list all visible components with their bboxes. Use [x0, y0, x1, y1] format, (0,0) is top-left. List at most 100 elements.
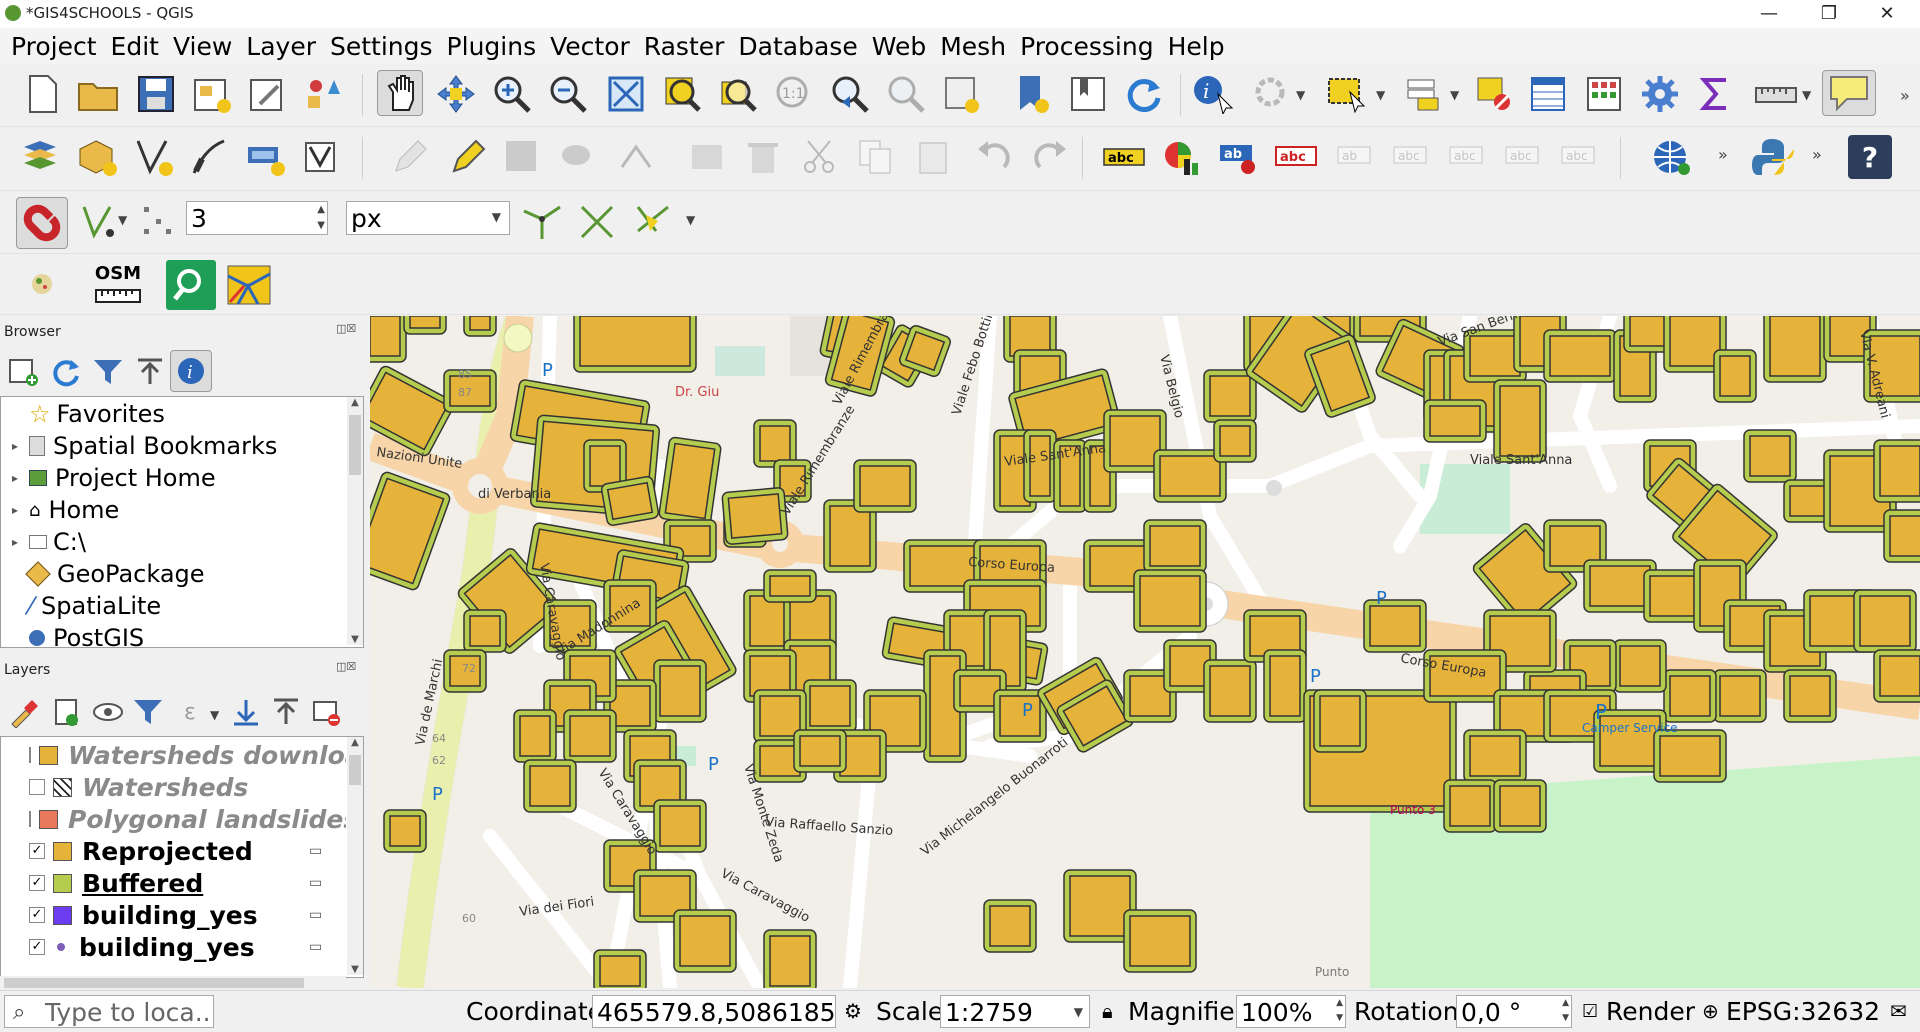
browser-item-spatialite[interactable]: ⁄ SpatiaLite: [1, 591, 161, 621]
browser-item-project-home[interactable]: ▸ Project Home: [1, 463, 216, 493]
layer-symbol-icon[interactable]: [39, 809, 58, 829]
zoom-in-icon[interactable]: [490, 72, 534, 116]
filter-browser-icon[interactable]: [88, 352, 128, 392]
snap-type-icon[interactable]: [136, 199, 180, 243]
earth-plugin-icon[interactable]: [20, 262, 64, 306]
browser-item-spatial-bookmarks[interactable]: ▸ Spatial Bookmarks: [1, 431, 277, 461]
map-svg[interactable]: Nazioni Unite Corso Europa Corso Europa …: [370, 316, 1920, 988]
quickmapservices-icon[interactable]: [1650, 135, 1694, 179]
new-project-icon[interactable]: [20, 72, 64, 116]
new-bookmark-icon[interactable]: [1010, 72, 1054, 116]
new-geopackage-layer-icon[interactable]: [76, 135, 120, 179]
menu-processing[interactable]: Processing: [1013, 32, 1161, 61]
layer-indicator-icon[interactable]: ▭: [309, 907, 322, 923]
refresh-browser-icon[interactable]: [46, 352, 86, 392]
browser-item-postgis[interactable]: PostGIS: [1, 623, 144, 647]
statistical-summary-icon[interactable]: [1694, 72, 1738, 116]
spin-arrows-icon[interactable]: ▲ ▼: [317, 202, 325, 234]
rotation-input[interactable]: 0,0 ° ▲ ▼: [1456, 995, 1572, 1028]
render-checkbox[interactable]: ☑: [1582, 995, 1598, 1028]
toolbar-overflow-icon[interactable]: »: [1900, 86, 1910, 105]
layers-scrollbar[interactable]: ▲ ▼: [347, 737, 363, 975]
browser-item-home[interactable]: ▸ ⌂ Home: [1, 495, 119, 525]
layer-visibility-checkbox[interactable]: [29, 747, 31, 763]
select-by-value-icon[interactable]: [1402, 72, 1446, 116]
filter-legend-icon[interactable]: [128, 692, 168, 732]
scale-select[interactable]: 1:2759 ▼: [940, 995, 1090, 1028]
browser-item-geopackage[interactable]: GeoPackage: [1, 559, 205, 589]
data-source-manager-icon[interactable]: [20, 135, 64, 179]
help-contents-icon[interactable]: ?: [1848, 135, 1892, 179]
expand-arrow-icon[interactable]: ▸: [1, 471, 29, 485]
dock-float-close-icon[interactable]: ◫☒: [336, 660, 356, 673]
zoom-to-layer-icon[interactable]: [716, 72, 760, 116]
close-button[interactable]: ✕: [1864, 0, 1910, 28]
osm-download-button[interactable]: OSM: [94, 264, 142, 304]
map-colors-plugin-icon[interactable]: [224, 260, 274, 310]
menu-view[interactable]: View: [166, 32, 239, 61]
deselect-all-icon[interactable]: [1472, 72, 1516, 116]
crs-globe-icon[interactable]: ⊕: [1702, 995, 1719, 1028]
pan-to-selection-icon[interactable]: [434, 72, 478, 116]
menu-database[interactable]: Database: [731, 32, 864, 61]
toggle-extents-icon[interactable]: ⚙: [844, 995, 862, 1028]
plugins-overflow-icon[interactable]: »: [1812, 145, 1822, 164]
coordinate-input[interactable]: 465579.8,5086185.1: [592, 995, 836, 1028]
browser-item-c-drive[interactable]: ▸ C:\: [1, 527, 86, 557]
create-layer-icon[interactable]: [188, 135, 232, 179]
layer-symbol-icon[interactable]: [53, 777, 72, 797]
identify-features-icon[interactable]: i: [1192, 72, 1236, 116]
filter-expression-dropdown-icon[interactable]: ▼: [210, 708, 219, 722]
new-virtual-layer-icon[interactable]: [244, 135, 288, 179]
pan-map-icon[interactable]: [377, 70, 423, 116]
save-project-icon[interactable]: [134, 72, 178, 116]
zoom-out-icon[interactable]: [546, 72, 590, 116]
manage-map-themes-icon[interactable]: [88, 692, 128, 732]
properties-toggle-icon[interactable]: i: [170, 350, 212, 392]
layer-visibility-checkbox[interactable]: [29, 779, 45, 795]
layer-visibility-checkbox[interactable]: ✓: [29, 939, 45, 955]
snap-mode-dropdown-icon[interactable]: ▼: [118, 213, 127, 227]
menu-vector[interactable]: Vector: [543, 32, 637, 61]
layer-item[interactable]: Watersheds: [1, 771, 346, 803]
menu-web[interactable]: Web: [865, 32, 934, 61]
open-attribute-table-icon[interactable]: [1526, 72, 1570, 116]
digitize-icon[interactable]: [132, 135, 176, 179]
maximize-button[interactable]: ❐: [1806, 0, 1852, 28]
spin-arrows-icon[interactable]: ▲ ▼: [1562, 996, 1569, 1026]
show-bookmarks-icon[interactable]: [1066, 72, 1110, 116]
measure-dropdown-icon[interactable]: ▼: [1802, 88, 1811, 102]
lock-scale-icon[interactable]: 🔒︎: [1102, 995, 1113, 1028]
layer-item[interactable]: ✓ Buffered ▭: [1, 867, 346, 899]
collapse-all-icon[interactable]: [130, 352, 170, 392]
python-console-icon[interactable]: [1752, 135, 1796, 179]
run-action-dropdown-icon[interactable]: ▼: [1296, 88, 1305, 102]
menu-layer[interactable]: Layer: [239, 32, 323, 61]
menu-mesh[interactable]: Mesh: [933, 32, 1013, 61]
label-toolbar-icon[interactable]: abc: [1102, 135, 1146, 179]
expand-arrow-icon[interactable]: ▸: [1, 439, 29, 453]
new-temporary-layer-icon[interactable]: [300, 135, 344, 179]
menu-edit[interactable]: Edit: [104, 32, 166, 61]
layer-visibility-checkbox[interactable]: ✓: [29, 907, 45, 923]
collapse-all-layers-icon[interactable]: [266, 692, 306, 732]
layer-symbol-icon[interactable]: [39, 745, 58, 765]
web-toolbar-overflow-icon[interactable]: »: [1718, 145, 1728, 164]
browser-item-favorites[interactable]: ☆ Favorites: [1, 399, 165, 429]
layout-manager-icon[interactable]: [246, 72, 290, 116]
remove-layer-icon[interactable]: [306, 692, 346, 732]
menu-raster[interactable]: Raster: [637, 32, 732, 61]
select-dropdown-icon[interactable]: ▼: [1376, 88, 1385, 102]
layer-item[interactable]: ✓ Reprojected ▭: [1, 835, 346, 867]
dock-float-close-icon[interactable]: ◫☒: [336, 322, 356, 335]
zoom-full-icon[interactable]: [604, 72, 648, 116]
layer-visibility-checkbox[interactable]: [29, 811, 31, 827]
layer-symbol-icon[interactable]: [57, 943, 65, 951]
layer-item[interactable]: Watersheds downloa: [1, 739, 346, 771]
menu-project[interactable]: Project: [0, 32, 104, 61]
expand-all-icon[interactable]: [226, 692, 266, 732]
layer-item[interactable]: Polygonal landslides: [1, 803, 346, 835]
minimize-button[interactable]: —: [1746, 0, 1792, 28]
layer-symbol-icon[interactable]: [53, 905, 72, 925]
snap-tolerance-input[interactable]: 3 ▲ ▼: [186, 201, 328, 235]
